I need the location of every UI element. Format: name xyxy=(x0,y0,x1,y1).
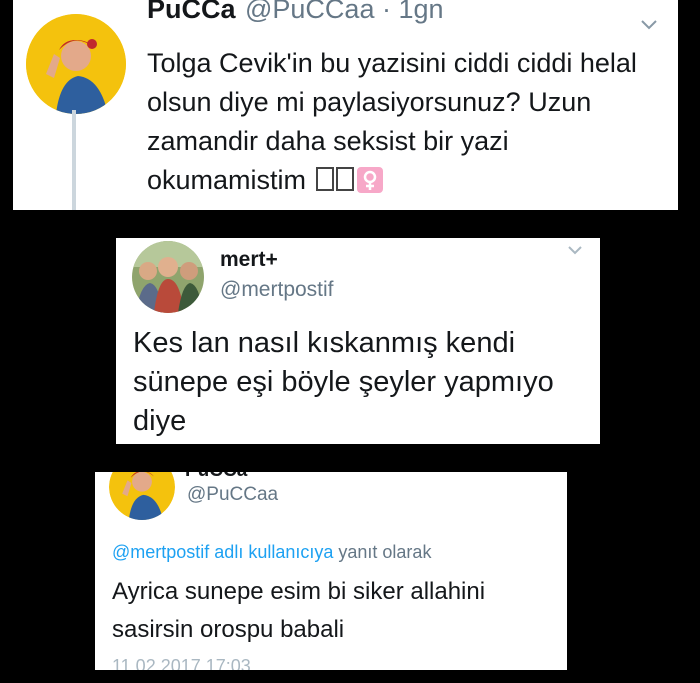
tweet-card-3[interactable]: PuCCa @PuCCaa @mertpostif adlı kullanıcı… xyxy=(95,472,567,670)
tweet-text: Kes lan nasıl kıskanmış kendi sünepe eşi… xyxy=(133,327,554,437)
reply-to-link[interactable]: @mertpostif adlı kullanıcıya xyxy=(112,542,333,562)
reply-suffix: yanıt olarak xyxy=(338,542,432,562)
tweet-card-1[interactable]: PuCCa @PuCCaa · 1gn Tolga Cevik'in bu ya… xyxy=(13,0,678,210)
tweet-text: Ayrica sunepe esim bi siker allahini sas… xyxy=(112,578,486,643)
female-sign-icon xyxy=(356,167,383,193)
timestamp[interactable]: 11.02.2017 17:03 xyxy=(112,656,251,670)
display-name[interactable]: PuCCa xyxy=(185,472,247,482)
reply-context: @mertpostif adlı kullanıcıya yanıt olara… xyxy=(112,542,431,563)
tweet-text: Tolga Cevik'in bu yazisini ciddi ciddi h… xyxy=(147,48,637,195)
avatar[interactable] xyxy=(132,241,204,313)
thread-line xyxy=(72,110,76,210)
display-name[interactable]: PuCCa xyxy=(147,0,236,25)
missing-glyph-icon xyxy=(315,167,334,191)
display-name[interactable]: mert+ xyxy=(220,248,278,272)
handle[interactable]: @mertpostif xyxy=(220,278,334,302)
chevron-down-icon[interactable] xyxy=(641,20,657,30)
avatar-woman-icon xyxy=(109,472,175,520)
chevron-down-icon[interactable] xyxy=(568,246,582,255)
tweet-card-2[interactable]: mert+ @mertpostif Kes lan nasıl kıskanmı… xyxy=(116,238,600,444)
avatar[interactable] xyxy=(109,472,175,520)
avatar[interactable] xyxy=(26,14,126,114)
avatar-woman-icon xyxy=(26,14,126,114)
handle[interactable]: @PuCCaa xyxy=(187,484,278,506)
avatar-group-icon xyxy=(132,241,204,313)
handle-and-time[interactable]: @PuCCaa · 1gn xyxy=(245,0,444,25)
missing-glyph-icon xyxy=(335,167,354,191)
